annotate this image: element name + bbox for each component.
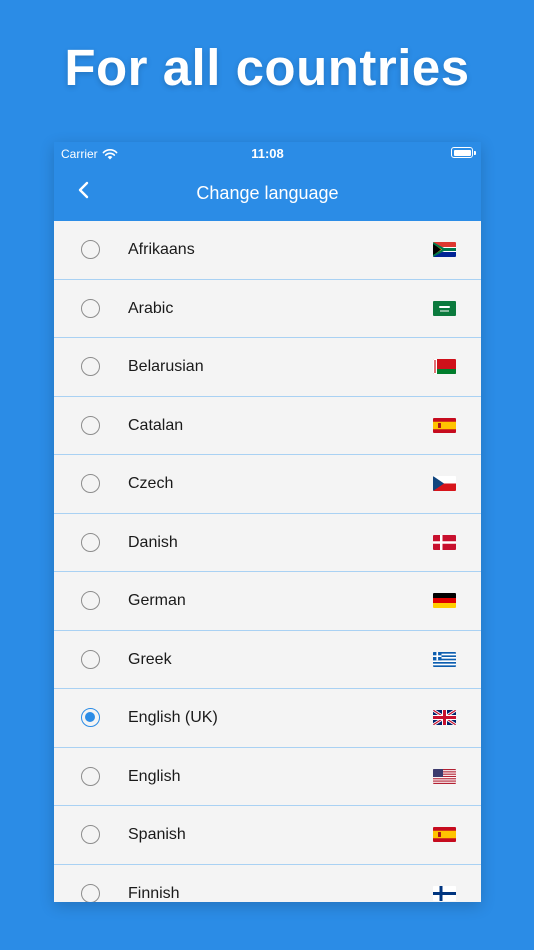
- language-row[interactable]: Belarusian: [54, 338, 481, 397]
- language-label: Catalan: [128, 416, 184, 434]
- phone-screen: Carrier 11:08 Change language Afrikaans …: [54, 142, 481, 902]
- greece-flag-icon: [433, 651, 456, 667]
- language-label: Greek: [128, 650, 172, 668]
- denmark-flag-icon: [433, 534, 456, 550]
- radio-unselected-icon[interactable]: [81, 474, 100, 493]
- radio-unselected-icon[interactable]: [81, 532, 100, 552]
- language-label: Arabic: [128, 299, 174, 317]
- language-list: Afrikaans Arabic Belarusian Catalan Czech Dan…: [54, 221, 481, 902]
- battery-icon: [451, 147, 476, 158]
- radio-unselected-icon[interactable]: [81, 766, 100, 786]
- language-row[interactable]: English: [54, 748, 481, 806]
- status-time: 11:08: [251, 146, 284, 161]
- language-row[interactable]: Spanish: [54, 806, 481, 865]
- radio-unselected-icon[interactable]: [81, 357, 100, 376]
- language-row[interactable]: Danish: [54, 514, 481, 572]
- language-row[interactable]: German: [54, 572, 481, 631]
- status-bar: Carrier 11:08: [54, 142, 481, 164]
- radio-unselected-icon[interactable]: [81, 591, 100, 610]
- language-label: Belarusian: [128, 358, 204, 375]
- spain-flag-icon: [433, 827, 456, 842]
- language-label: English (UK): [128, 709, 218, 726]
- language-row[interactable]: Catalan: [54, 397, 481, 455]
- czech-flag-icon: [433, 476, 456, 491]
- language-row[interactable]: English (UK): [54, 689, 481, 748]
- screenshot-page: For all countries Carrier 11:08 Change l…: [0, 0, 534, 950]
- radio-selected-icon[interactable]: [81, 708, 100, 727]
- radio-unselected-icon[interactable]: [81, 649, 100, 669]
- language-label: Spanish: [128, 826, 186, 843]
- page-title: Change language: [196, 183, 339, 203]
- finland-flag-icon: [433, 885, 456, 901]
- language-row[interactable]: Finnish: [54, 865, 481, 902]
- language-row[interactable]: Afrikaans: [54, 221, 481, 280]
- radio-unselected-icon[interactable]: [81, 415, 100, 435]
- language-row[interactable]: Arabic: [54, 280, 481, 338]
- saudi-arabia-flag-icon: [433, 300, 456, 316]
- radio-unselected-icon[interactable]: [81, 883, 100, 902]
- spain-flag-icon: [433, 417, 456, 433]
- language-row[interactable]: Greek: [54, 631, 481, 689]
- language-label: Czech: [128, 475, 174, 492]
- language-label: Danish: [128, 533, 178, 551]
- language-label: Afrikaans: [128, 241, 195, 258]
- navigation-bar: Change language: [54, 164, 481, 221]
- language-row[interactable]: Czech: [54, 455, 481, 514]
- usa-flag-icon: [433, 768, 456, 784]
- germany-flag-icon: [433, 593, 456, 608]
- language-label: English: [128, 767, 181, 785]
- belarus-flag-icon: [433, 359, 456, 374]
- language-label: Finnish: [128, 884, 180, 902]
- radio-unselected-icon[interactable]: [81, 825, 100, 844]
- radio-unselected-icon[interactable]: [81, 298, 100, 318]
- radio-unselected-icon[interactable]: [81, 240, 100, 259]
- uk-flag-icon: [433, 710, 456, 725]
- headline: For all countries: [64, 39, 470, 96]
- language-label: German: [128, 592, 186, 609]
- south-africa-flag-icon: [433, 242, 456, 257]
